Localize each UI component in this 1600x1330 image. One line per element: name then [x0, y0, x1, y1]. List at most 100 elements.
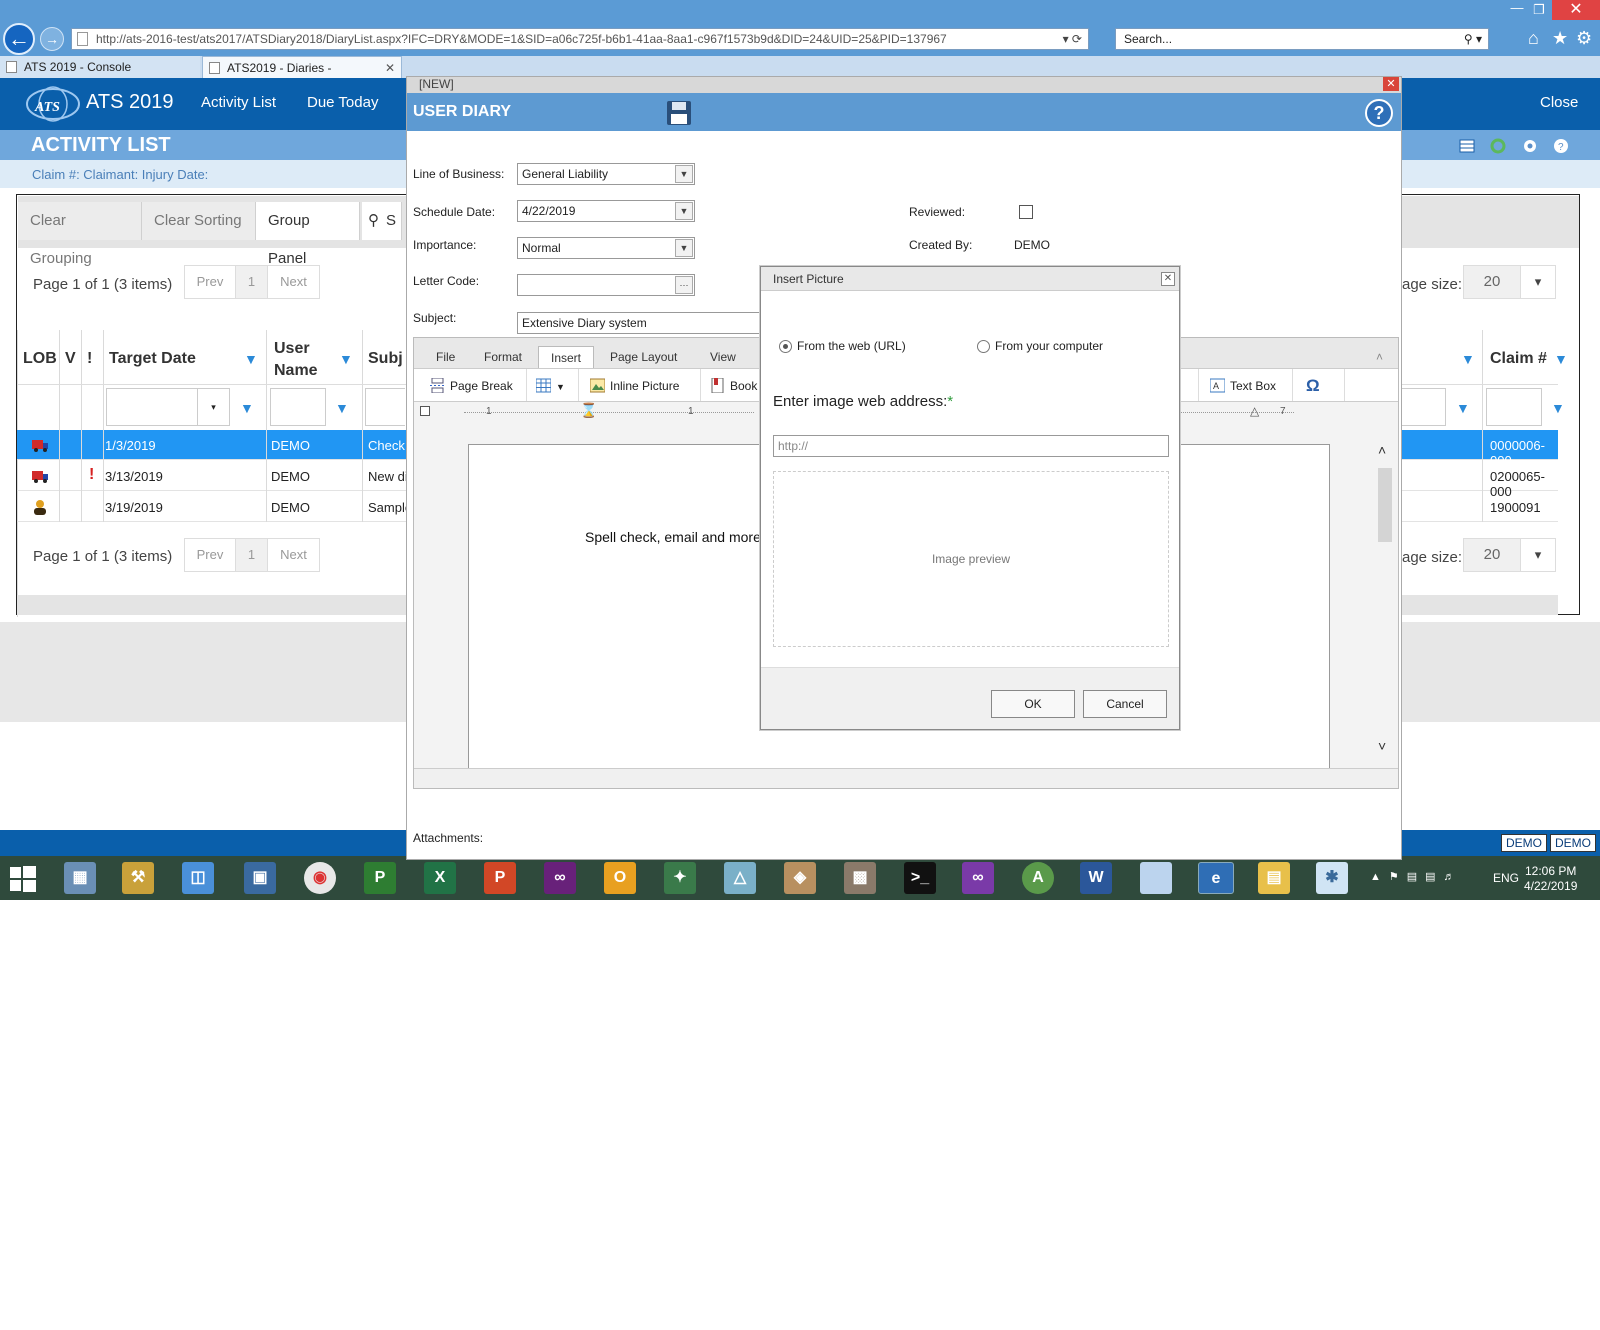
vs-code-app-icon[interactable]: ∞: [962, 862, 994, 894]
prev-page-button[interactable]: Prev: [184, 265, 236, 299]
nav-activity-list[interactable]: Activity List: [201, 94, 276, 111]
close-icon[interactable]: ✕: [1161, 272, 1175, 286]
filter-icon[interactable]: ▼: [1461, 352, 1475, 366]
visual-studio-app-icon[interactable]: ∞: [544, 862, 576, 894]
language-indicator[interactable]: ENG: [1493, 871, 1519, 885]
tab-file[interactable]: File: [436, 350, 455, 364]
filter-icon[interactable]: ▼: [244, 352, 258, 366]
claim-filter-input[interactable]: [1486, 388, 1542, 426]
windows-start-icon[interactable]: [10, 866, 36, 892]
restore-icon[interactable]: ❐: [1528, 0, 1550, 20]
chevron-down-icon[interactable]: ▼: [675, 202, 693, 220]
col-flag[interactable]: !: [87, 350, 92, 368]
chevron-down-icon[interactable]: ▼: [675, 239, 693, 257]
from-computer-radio[interactable]: [977, 340, 990, 353]
cancel-button[interactable]: Cancel: [1083, 690, 1167, 718]
scroll-up-icon[interactable]: ˄: [1378, 442, 1386, 458]
ok-button[interactable]: OK: [991, 690, 1075, 718]
tab-view[interactable]: View: [710, 350, 736, 364]
folder-app-icon[interactable]: ▤: [1258, 862, 1290, 894]
close-link[interactable]: Close: [1540, 94, 1578, 111]
scroll-thumb[interactable]: [1378, 468, 1392, 542]
collapse-ribbon-icon[interactable]: ˄: [1376, 350, 1383, 364]
date-picker-icon[interactable]: ▾: [198, 388, 230, 426]
file-explorer-app-icon[interactable]: ▦: [64, 862, 96, 894]
importance-select[interactable]: Normal ▼: [517, 237, 695, 259]
word-app-icon[interactable]: W: [1080, 862, 1112, 894]
filter-icon[interactable]: ▼: [335, 401, 349, 415]
chevron-down-icon[interactable]: ▾: [1520, 265, 1556, 299]
browser-tab-console[interactable]: ATS 2019 - Console: [0, 56, 200, 78]
filter-icon[interactable]: ▼: [339, 352, 353, 366]
from-computer-label[interactable]: From your computer: [995, 339, 1103, 353]
tools-app-icon[interactable]: ⚒: [122, 862, 154, 894]
letter-code-field[interactable]: ⋯: [517, 274, 695, 296]
favorites-star-icon[interactable]: ★: [1552, 28, 1568, 48]
outlook-app-icon[interactable]: O: [604, 862, 636, 894]
home-icon[interactable]: ⌂: [1528, 28, 1539, 48]
right-indent-icon[interactable]: △: [1250, 404, 1259, 418]
close-tab-icon[interactable]: ✕: [385, 57, 395, 79]
command-prompt-app-icon[interactable]: >_: [904, 862, 936, 894]
prev-page-button[interactable]: Prev: [184, 538, 236, 572]
remote-app-icon[interactable]: ◫: [182, 862, 214, 894]
document-text[interactable]: Spell check, email and more: [585, 529, 761, 545]
vertical-scrollbar[interactable]: ˄ ˅: [1376, 442, 1394, 772]
refresh-icon[interactable]: ▾ ⟳: [1063, 29, 1082, 49]
forward-arrow-icon[interactable]: →: [40, 27, 64, 51]
col-target-date[interactable]: Target Date: [109, 350, 196, 368]
search-button[interactable]: ⚲ S: [362, 202, 402, 240]
save-icon[interactable]: [665, 99, 693, 127]
indent-marker-icon[interactable]: ⌛: [580, 402, 597, 419]
android-studio-app-icon[interactable]: A: [1022, 862, 1054, 894]
from-web-radio[interactable]: [779, 340, 792, 353]
table-button[interactable]: ▼: [534, 375, 574, 397]
window-app-icon[interactable]: [1140, 862, 1172, 894]
snipping-app-icon[interactable]: ✱: [1316, 862, 1348, 894]
filter-icon[interactable]: ▼: [1554, 352, 1568, 366]
search-icon[interactable]: ⚲ ▾: [1464, 29, 1482, 49]
project-app-icon[interactable]: P: [364, 862, 396, 894]
scroll-down-icon[interactable]: ˅: [1378, 738, 1386, 754]
window-close-icon[interactable]: ✕: [1552, 0, 1600, 20]
page-number-button[interactable]: 1: [235, 265, 268, 299]
col-subject[interactable]: Subj: [368, 350, 403, 368]
minimize-icon[interactable]: —: [1506, 0, 1528, 20]
lob-select[interactable]: General Liability ▼: [517, 163, 695, 185]
chrome-app-icon[interactable]: ◉: [304, 862, 336, 894]
target-date-filter-input[interactable]: [106, 388, 198, 426]
refresh-icon[interactable]: [1490, 138, 1506, 154]
utility-app-icon[interactable]: ✦: [664, 862, 696, 894]
clear-grouping-button[interactable]: Clear Grouping: [18, 202, 142, 267]
layout-icon[interactable]: [1459, 138, 1475, 154]
col-lob[interactable]: LOB: [23, 350, 57, 368]
user-name-filter-input[interactable]: [270, 388, 326, 426]
help-icon[interactable]: ?: [1553, 138, 1569, 154]
page-size-select[interactable]: 20: [1463, 538, 1521, 572]
ellipsis-icon[interactable]: ⋯: [675, 276, 693, 294]
col-claim-number[interactable]: Claim #: [1490, 350, 1547, 368]
page-number-button[interactable]: 1: [235, 538, 268, 572]
system-tray-icons[interactable]: ▲⚑▤▤♬: [1370, 870, 1463, 883]
internet-explorer-app-icon[interactable]: e: [1198, 862, 1234, 894]
tab-insert[interactable]: Insert: [538, 346, 595, 370]
clear-sorting-button[interactable]: Clear Sorting: [142, 202, 256, 240]
chevron-down-icon[interactable]: ▾: [1520, 538, 1556, 572]
browser-tab-diaries[interactable]: ATS2019 - Diaries - ✕: [202, 56, 402, 78]
network-app-icon[interactable]: ▣: [244, 862, 276, 894]
group-panel-button[interactable]: Group Panel: [256, 202, 360, 267]
reviewed-checkbox[interactable]: [1019, 205, 1033, 219]
tab-stop-icon[interactable]: [420, 406, 430, 416]
filter-icon[interactable]: ▼: [1456, 401, 1470, 415]
schedule-date-field[interactable]: 4/22/2019 ▼: [517, 200, 695, 222]
image-viewer-app-icon[interactable]: ▩: [844, 862, 876, 894]
back-arrow-icon[interactable]: ←: [3, 23, 35, 55]
col-user-name[interactable]: User Name: [274, 338, 318, 382]
page-size-select[interactable]: 20: [1463, 265, 1521, 299]
subject-filter-input[interactable]: [365, 388, 405, 426]
paint-app-icon[interactable]: ◈: [784, 862, 816, 894]
bookmark-button[interactable]: Book: [708, 375, 757, 397]
tab-format[interactable]: Format: [484, 350, 522, 364]
settings-gear-icon[interactable]: [1522, 138, 1538, 154]
inline-picture-button[interactable]: Inline Picture: [588, 375, 679, 397]
